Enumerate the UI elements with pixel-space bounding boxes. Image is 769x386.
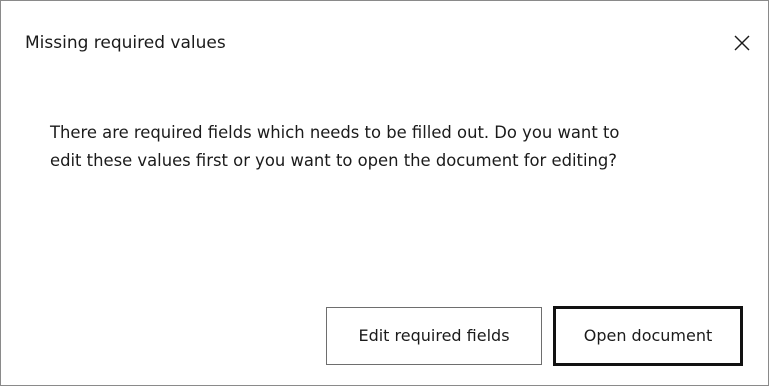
dialog-title-bar: Missing required values bbox=[1, 1, 768, 81]
open-document-button[interactable]: Open document bbox=[553, 306, 743, 366]
dialog-title: Missing required values bbox=[25, 33, 226, 53]
close-icon bbox=[734, 35, 750, 51]
edit-required-fields-button[interactable]: Edit required fields bbox=[326, 307, 542, 365]
close-button[interactable] bbox=[725, 27, 759, 59]
dialog-message-line-2: edit these values first or you want to o… bbox=[50, 151, 618, 170]
dialog-message: There are required fields which needs to… bbox=[50, 119, 740, 175]
dialog-message-line-1: There are required fields which needs to… bbox=[50, 123, 620, 142]
missing-values-dialog: Missing required values There are requir… bbox=[0, 0, 769, 386]
